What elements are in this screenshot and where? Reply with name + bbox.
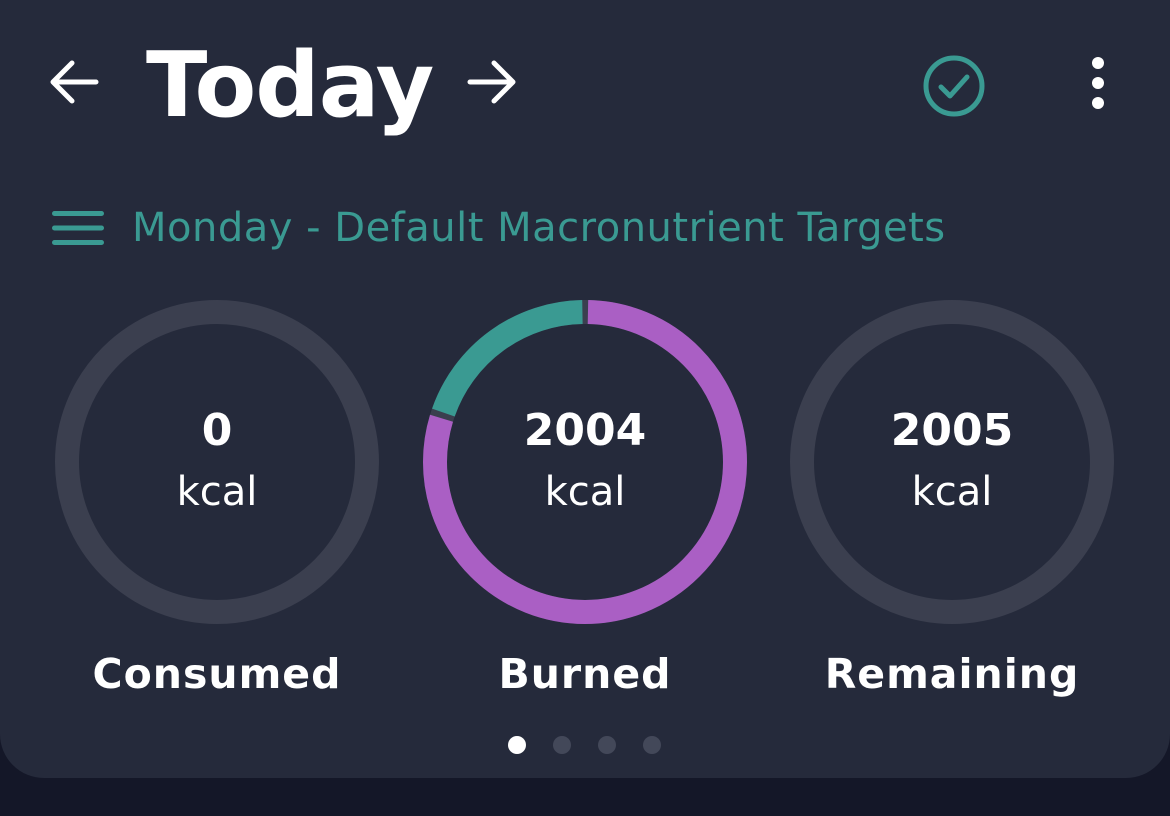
page-dot[interactable]: [553, 736, 571, 754]
page-title: Today: [146, 33, 434, 138]
consumed-label: Consumed: [92, 650, 342, 698]
more-vertical-icon: [1092, 57, 1104, 109]
more-options-button[interactable]: [1074, 50, 1122, 116]
targets-label: Monday - Default Macronutrient Targets: [132, 205, 946, 251]
arrow-right-icon: [467, 60, 516, 104]
remaining-unit: kcal: [911, 469, 993, 515]
remaining-ring: 2005 kcal: [787, 297, 1117, 627]
page-dot[interactable]: [598, 736, 616, 754]
arrow-left-icon: [50, 60, 99, 104]
remaining-ring-graphic: [790, 300, 1114, 624]
remaining-label: Remaining: [824, 650, 1080, 698]
burned-value: 2004: [523, 405, 647, 456]
check-circle-icon: [923, 55, 985, 117]
page-dot[interactable]: [643, 736, 661, 754]
consumed-ring: 0 kcal: [52, 297, 382, 627]
hamburger-menu-icon: [52, 211, 104, 245]
calorie-summary-card: Today Monday - Default Macronutrient Tar…: [0, 0, 1170, 778]
burned-label: Burned: [498, 650, 672, 698]
page-dot[interactable]: [508, 736, 526, 754]
page-indicator: [508, 736, 661, 754]
macronutrient-targets-selector[interactable]: Monday - Default Macronutrient Targets: [50, 200, 946, 256]
consumed-value: 0: [201, 405, 233, 456]
next-day-button[interactable]: [462, 52, 522, 112]
burned-unit: kcal: [544, 469, 626, 515]
previous-day-button[interactable]: [44, 52, 104, 112]
burned-ring-graphic: [423, 300, 747, 624]
consumed-unit: kcal: [176, 469, 258, 515]
remaining-value: 2005: [890, 405, 1014, 456]
complete-day-button[interactable]: [918, 50, 990, 122]
consumed-ring-graphic: [55, 300, 379, 624]
burned-ring: 2004 kcal: [420, 297, 750, 627]
